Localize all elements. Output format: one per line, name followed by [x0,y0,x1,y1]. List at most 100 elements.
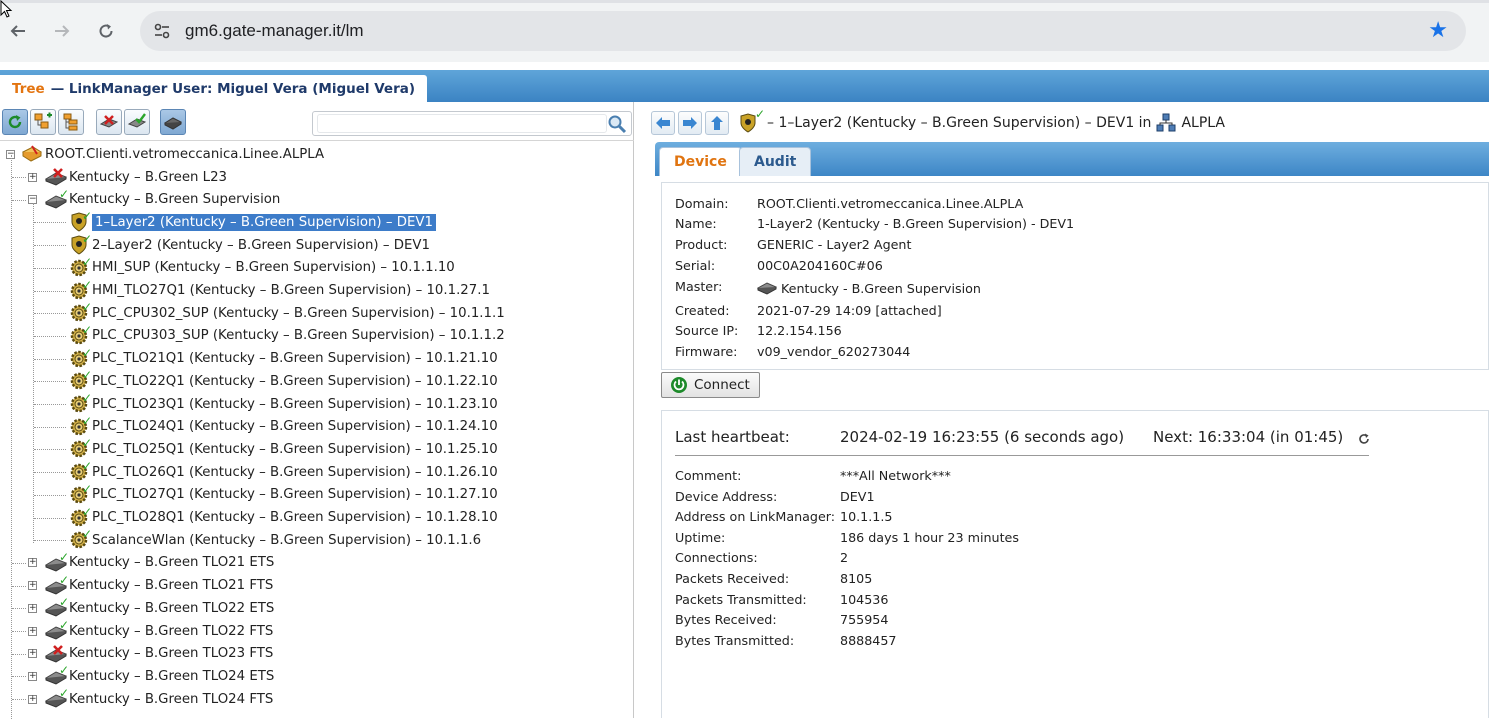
tree-node-label[interactable]: HMI_TLO27Q1 (Kentucky – B.Green Supervis… [92,283,490,298]
tree-device-row[interactable]: ✓ PLC_TLO25Q1 (Kentucky – B.Green Supervi… [68,436,498,460]
tree-node-label[interactable]: PLC_TLO26Q1 (Kentucky – B.Green Supervis… [92,465,498,480]
status-field-key: Connections: [675,550,758,566]
tree-node-label[interactable]: 1–Layer2 (Kentucky – B.Green Supervision… [92,213,436,231]
tree-device-row[interactable]: ✓ PLC_TLO27Q1 (Kentucky – B.Green Supervi… [68,482,498,506]
tree-device-row[interactable]: ✓ HMI_SUP (Kentucky – B.Green Supervision… [68,255,455,279]
tree-group-row[interactable]: − ✓ Kentucky – B.Green Supervision [28,187,280,211]
tree-node-label[interactable]: PLC_TLO28Q1 (Kentucky – B.Green Supervis… [92,510,498,525]
tree-node-label[interactable]: HMI_SUP (Kentucky – B.Green Supervision)… [92,260,455,275]
tree-pane: − ROOT.Clienti.vetromeccanica.Linee.ALPL… [0,102,634,720]
refresh-button[interactable] [2,109,28,135]
forward-icon[interactable] [50,19,74,43]
tree-node-label[interactable]: Kentucky – B.Green TLO23 FTS [69,646,273,661]
domain-network-icon [1156,113,1176,132]
tree-device-row[interactable]: ✓ HMI_TLO27Q1 (Kentucky – B.Green Supervi… [68,278,490,302]
expand-icon[interactable]: + [28,581,37,591]
star-icon[interactable]: ★ [1428,18,1448,43]
expand-icon[interactable]: + [28,649,37,659]
connected-filter-button[interactable] [124,109,150,135]
tree-device-row[interactable]: ✓ 1–Layer2 (Kentucky – B.Green Supervisio… [68,209,436,233]
tree-node-label[interactable]: PLC_TLO22Q1 (Kentucky – B.Green Supervis… [92,374,498,389]
tree-group-row[interactable]: + ✓ Kentucky – B.Green TLO24 ETS [28,663,274,687]
tree-group-row[interactable]: + Kentucky – B.Green TLO23 FTS [28,643,273,665]
tree-connector [12,562,26,564]
expand-icon[interactable]: + [28,671,37,681]
tree-node-label[interactable]: 2–Layer2 (Kentucky – B.Green Supervision… [92,238,430,253]
tree-device-row[interactable]: ✓ ScalanceWlan (Kentucky – B.Green Superv… [68,527,481,551]
tree-node-label[interactable]: PLC_TLO21Q1 (Kentucky – B.Green Supervis… [92,351,498,366]
expand-icon[interactable]: + [28,603,37,613]
tree-node-label[interactable]: Kentucky – B.Green L23 [69,170,227,185]
tree-tab-word: Tree [12,80,45,97]
tree-connector [12,177,26,178]
tree-node-label[interactable]: PLC_CPU302_SUP (Kentucky – B.Green Super… [92,306,505,321]
tree-node-label[interactable]: Kentucky – B.Green TLO22 FTS [69,624,273,639]
device-field-key: Product: [675,237,728,252]
disconnected-filter-button[interactable] [96,109,122,135]
tree-node-label[interactable]: PLC_CPU303_SUP (Kentucky – B.Green Super… [92,328,505,343]
address-bar[interactable]: gm6.gate-manager.it/lm ★ [140,11,1466,51]
expand-icon[interactable]: + [28,694,37,704]
tree-node-label[interactable]: Kentucky – B.Green TLO21 FTS [69,578,273,593]
tree-device-row[interactable]: ✓ 2–Layer2 (Kentucky – B.Green Supervisio… [68,232,430,256]
expand-icon[interactable]: + [28,558,37,568]
router-red-icon [44,167,68,187]
divider [675,455,1369,456]
tree-group-row[interactable]: + ✓ Kentucky – B.Green TLO22 ETS [28,595,274,619]
refresh-small-icon[interactable] [1358,433,1370,445]
breadcrumb: ✓ – 1–Layer2 (Kentucky – B.Green Supervi… [651,107,1225,136]
tree-group-row[interactable]: + ✓ Kentucky – B.Green TLO22 FTS [28,618,273,642]
tree-device-row[interactable]: ✓ PLC_TLO22Q1 (Kentucky – B.Green Supervi… [68,368,498,392]
tune-icon[interactable] [152,21,172,41]
nav-up-button[interactable] [705,111,729,135]
tree-device-row[interactable]: ✓ PLC_TLO26Q1 (Kentucky – B.Green Supervi… [68,459,498,483]
search-icon[interactable] [607,114,627,134]
tree-node-label[interactable]: Kentucky – B.Green TLO21 ETS [69,555,274,570]
tree-device-row[interactable]: ✓ PLC_TLO23Q1 (Kentucky – B.Green Supervi… [68,391,498,415]
tree-device-row[interactable]: ✓ PLC_TLO21Q1 (Kentucky – B.Green Supervi… [68,346,498,370]
tree-device-row[interactable]: ✓ PLC_CPU302_SUP (Kentucky – B.Green Supe… [68,300,505,324]
tree-node-label[interactable]: PLC_TLO27Q1 (Kentucky – B.Green Supervis… [92,487,498,502]
tree-device-row[interactable]: ✓ PLC_CPU303_SUP (Kentucky – B.Green Supe… [68,322,505,347]
tree-node-label[interactable]: ScalanceWlan (Kentucky – B.Green Supervi… [92,533,481,548]
tree-node-label[interactable]: Kentucky – B.Green Supervision [69,192,280,207]
back-icon[interactable] [6,19,30,43]
status-field-value: 10.1.1.5 [840,509,893,525]
url-text[interactable]: gm6.gate-manager.it/lm [185,21,364,41]
tree-node-label[interactable]: Kentucky – B.Green TLO22 ETS [69,601,274,616]
breadcrumb-domain[interactable]: ALPLA [1181,115,1225,131]
tab-audit[interactable]: Audit [739,147,812,176]
reload-icon[interactable] [94,19,118,43]
devices-filter-button[interactable] [160,109,186,135]
search-input[interactable] [317,114,607,133]
tree-connector [34,267,66,269]
connect-button[interactable]: Connect [661,372,760,398]
tree-device-row[interactable]: ✓ PLC_TLO28Q1 (Kentucky – B.Green Supervi… [68,505,498,529]
expand-all-button[interactable] [30,109,56,135]
tree-node-label[interactable]: PLC_TLO23Q1 (Kentucky – B.Green Supervis… [92,397,498,412]
nav-forward-button[interactable] [678,111,702,135]
tree-device-row[interactable]: ✓ PLC_TLO24Q1 (Kentucky – B.Green Supervi… [68,414,498,438]
collapse-tree-icon [63,113,78,131]
tree-group-row[interactable]: + ✓ Kentucky – B.Green TLO21 FTS [28,573,273,597]
tree-tab[interactable]: Tree — LinkManager User: Miguel Vera (Mi… [0,75,428,102]
tree-node-label[interactable]: PLC_TLO24Q1 (Kentucky – B.Green Supervis… [92,419,498,434]
device-field-key: Firmware: [675,344,738,359]
gear-agent-icon: ✓ [68,255,92,278]
router-ok-icon [127,113,147,128]
tab-device[interactable]: Device [659,147,742,176]
tree-root-row[interactable]: − ROOT.Clienti.vetromeccanica.Linee.ALPL… [6,143,324,165]
tree-node-label[interactable]: Kentucky – B.Green TLO24 FTS [69,692,273,707]
expand-icon[interactable]: + [28,626,37,636]
tree-group-row[interactable]: + ✓ Kentucky – B.Green TLO21 ETS [28,550,274,574]
collapse-all-button[interactable] [58,109,84,135]
tree-node-label[interactable]: PLC_TLO25Q1 (Kentucky – B.Green Supervis… [92,442,498,457]
tree-node-label[interactable]: Kentucky – B.Green TLO24 ETS [69,669,274,684]
nav-back-button[interactable] [651,111,675,135]
expand-icon[interactable]: + [28,172,37,182]
breadcrumb-text: – 1–Layer2 (Kentucky – B.Green Supervisi… [767,115,1152,131]
tree-search[interactable] [312,111,632,136]
online-check-icon: ✓ [81,322,92,337]
tree-group-row[interactable]: + Kentucky – B.Green L23 [28,166,227,188]
tree-group-row[interactable]: + ✓ Kentucky – B.Green TLO24 FTS [28,686,273,710]
